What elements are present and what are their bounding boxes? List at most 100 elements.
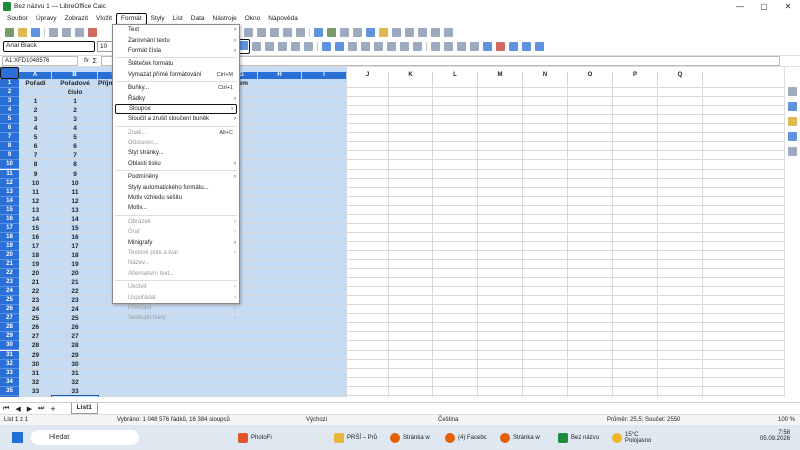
- next-sheet-icon[interactable]: ▶: [24, 405, 35, 413]
- taskbar-app-firefox-facebook[interactable]: (4) Facebc: [445, 425, 487, 450]
- cell-a[interactable]: 22: [19, 287, 52, 296]
- format-menu-item[interactable]: Sloučit a zrušit sloučení buněk ›: [113, 114, 239, 124]
- align-bottom-icon[interactable]: [304, 41, 313, 51]
- cell-a[interactable]: 11: [19, 188, 52, 197]
- show-draw-icon[interactable]: [444, 27, 453, 37]
- cell-a[interactable]: 9: [19, 170, 52, 179]
- add-decimal-icon[interactable]: [400, 41, 409, 51]
- align-top-icon[interactable]: [278, 41, 287, 51]
- taskbar-app-calc[interactable]: Bez názvu: [558, 425, 599, 450]
- row-header[interactable]: 4: [0, 106, 19, 116]
- format-menu-item[interactable]: Sloupce ›: [115, 103, 237, 115]
- cell-b[interactable]: 23: [52, 296, 98, 305]
- print-icon[interactable]: [62, 27, 71, 37]
- cell-b[interactable]: 25: [52, 314, 98, 323]
- menu-soubor[interactable]: Soubor: [3, 13, 32, 25]
- taskbar-app-photofi[interactable]: PhotoFi: [238, 425, 272, 450]
- row-header[interactable]: 12: [0, 178, 19, 188]
- format-menu-item[interactable]: Styl stránky...: [113, 148, 239, 158]
- cell-a[interactable]: 6: [19, 142, 52, 151]
- justify-icon[interactable]: [265, 41, 274, 51]
- row-header[interactable]: 17: [0, 223, 19, 233]
- cell-b[interactable]: 20: [52, 269, 98, 278]
- functions-icon[interactable]: [788, 147, 797, 156]
- cell-a[interactable]: 16: [19, 233, 52, 242]
- navigator-icon[interactable]: [788, 132, 797, 141]
- cell-a[interactable]: 14: [19, 215, 52, 224]
- cell-b[interactable]: 8: [52, 160, 98, 169]
- row-header[interactable]: 30: [0, 341, 19, 351]
- comment-icon[interactable]: [379, 27, 388, 37]
- menu-zobrazit[interactable]: Zobrazit: [61, 13, 92, 25]
- cell-b[interactable]: 17: [52, 242, 98, 251]
- row-header[interactable]: 2: [0, 88, 19, 98]
- cell-a[interactable]: 30: [19, 360, 52, 369]
- cell-b[interactable]: 26: [52, 323, 98, 332]
- conditional-icon[interactable]: [496, 41, 505, 51]
- close-button[interactable]: ✕: [776, 2, 800, 11]
- cell-a[interactable]: 4: [19, 124, 52, 133]
- gallery-icon[interactable]: [788, 117, 797, 126]
- sheet-tab-list1[interactable]: List1: [70, 403, 98, 414]
- menu-okno[interactable]: Okno: [241, 13, 265, 25]
- row-header[interactable]: 8: [0, 142, 19, 152]
- menu-upravy[interactable]: Úpravy: [32, 13, 61, 25]
- cell-b[interactable]: 28: [52, 341, 98, 350]
- last-sheet-icon[interactable]: ⏭: [35, 405, 47, 413]
- row-header[interactable]: 23: [0, 278, 19, 288]
- cell-a[interactable]: 1: [19, 97, 52, 106]
- row-header[interactable]: 14: [0, 196, 19, 206]
- first-sheet-icon[interactable]: ⏮: [0, 405, 12, 413]
- column-header[interactable]: B: [52, 72, 98, 79]
- wrap-text-icon[interactable]: [322, 41, 331, 51]
- row-header[interactable]: 11: [0, 169, 19, 179]
- cell-a[interactable]: 23: [19, 296, 52, 305]
- taskbar-search[interactable]: Hledat: [31, 430, 139, 445]
- format-menu-item[interactable]: Formát čísla ›: [113, 46, 239, 56]
- header-cell-a[interactable]: Pořadí: [19, 79, 52, 88]
- row-header[interactable]: 26: [0, 305, 19, 315]
- column-header[interactable]: J: [347, 72, 389, 79]
- maximize-button[interactable]: ▢: [752, 2, 776, 11]
- cell-b[interactable]: 18: [52, 251, 98, 260]
- increase-indent-icon[interactable]: [431, 41, 440, 51]
- column-header[interactable]: K: [389, 72, 433, 79]
- row-header[interactable]: 32: [0, 359, 19, 369]
- merge-cells-icon[interactable]: [335, 41, 344, 51]
- format-menu-item[interactable]: Štěteček formátu: [113, 59, 239, 69]
- cell-b[interactable]: 5: [52, 133, 98, 142]
- cell-a[interactable]: 17: [19, 242, 52, 251]
- row-header[interactable]: 29: [0, 332, 19, 342]
- cell-b[interactable]: 7: [52, 151, 98, 160]
- text-direction-ltr-icon[interactable]: [509, 41, 518, 51]
- prev-sheet-icon[interactable]: ◀: [12, 405, 23, 413]
- row-header[interactable]: 18: [0, 232, 19, 242]
- clock[interactable]: 7:58 05.09.2026: [760, 430, 790, 442]
- cell-a[interactable]: 15: [19, 224, 52, 233]
- column-header[interactable]: I: [302, 72, 347, 79]
- styles-icon[interactable]: [788, 102, 797, 111]
- status-zoom[interactable]: 100 %: [778, 417, 795, 423]
- row-header[interactable]: 7: [0, 133, 19, 143]
- cell-a[interactable]: 5: [19, 133, 52, 142]
- cell-b[interactable]: 30: [52, 360, 98, 369]
- start-icon[interactable]: [12, 432, 23, 443]
- autofilter-icon[interactable]: [296, 27, 305, 37]
- sort-desc-icon[interactable]: [283, 27, 292, 37]
- open-icon[interactable]: [18, 27, 27, 37]
- cell-b[interactable]: 6: [52, 142, 98, 151]
- save-icon[interactable]: [31, 27, 40, 37]
- row-header[interactable]: 5: [0, 115, 19, 125]
- format-menu-item[interactable]: Zarovnání textu ›: [113, 35, 239, 45]
- column-header[interactable]: H: [258, 72, 302, 79]
- hyperlink-icon[interactable]: [366, 27, 375, 37]
- split-window-icon[interactable]: [431, 27, 440, 37]
- cell-a[interactable]: 28: [19, 341, 52, 350]
- row-header[interactable]: 21: [0, 260, 19, 270]
- cell-b[interactable]: 11: [52, 188, 98, 197]
- row-header[interactable]: 9: [0, 151, 19, 161]
- function-wizard-icon[interactable]: fx: [84, 58, 89, 64]
- row-header[interactable]: 22: [0, 269, 19, 279]
- borders-icon[interactable]: [457, 41, 466, 51]
- border-color-icon[interactable]: [483, 41, 492, 51]
